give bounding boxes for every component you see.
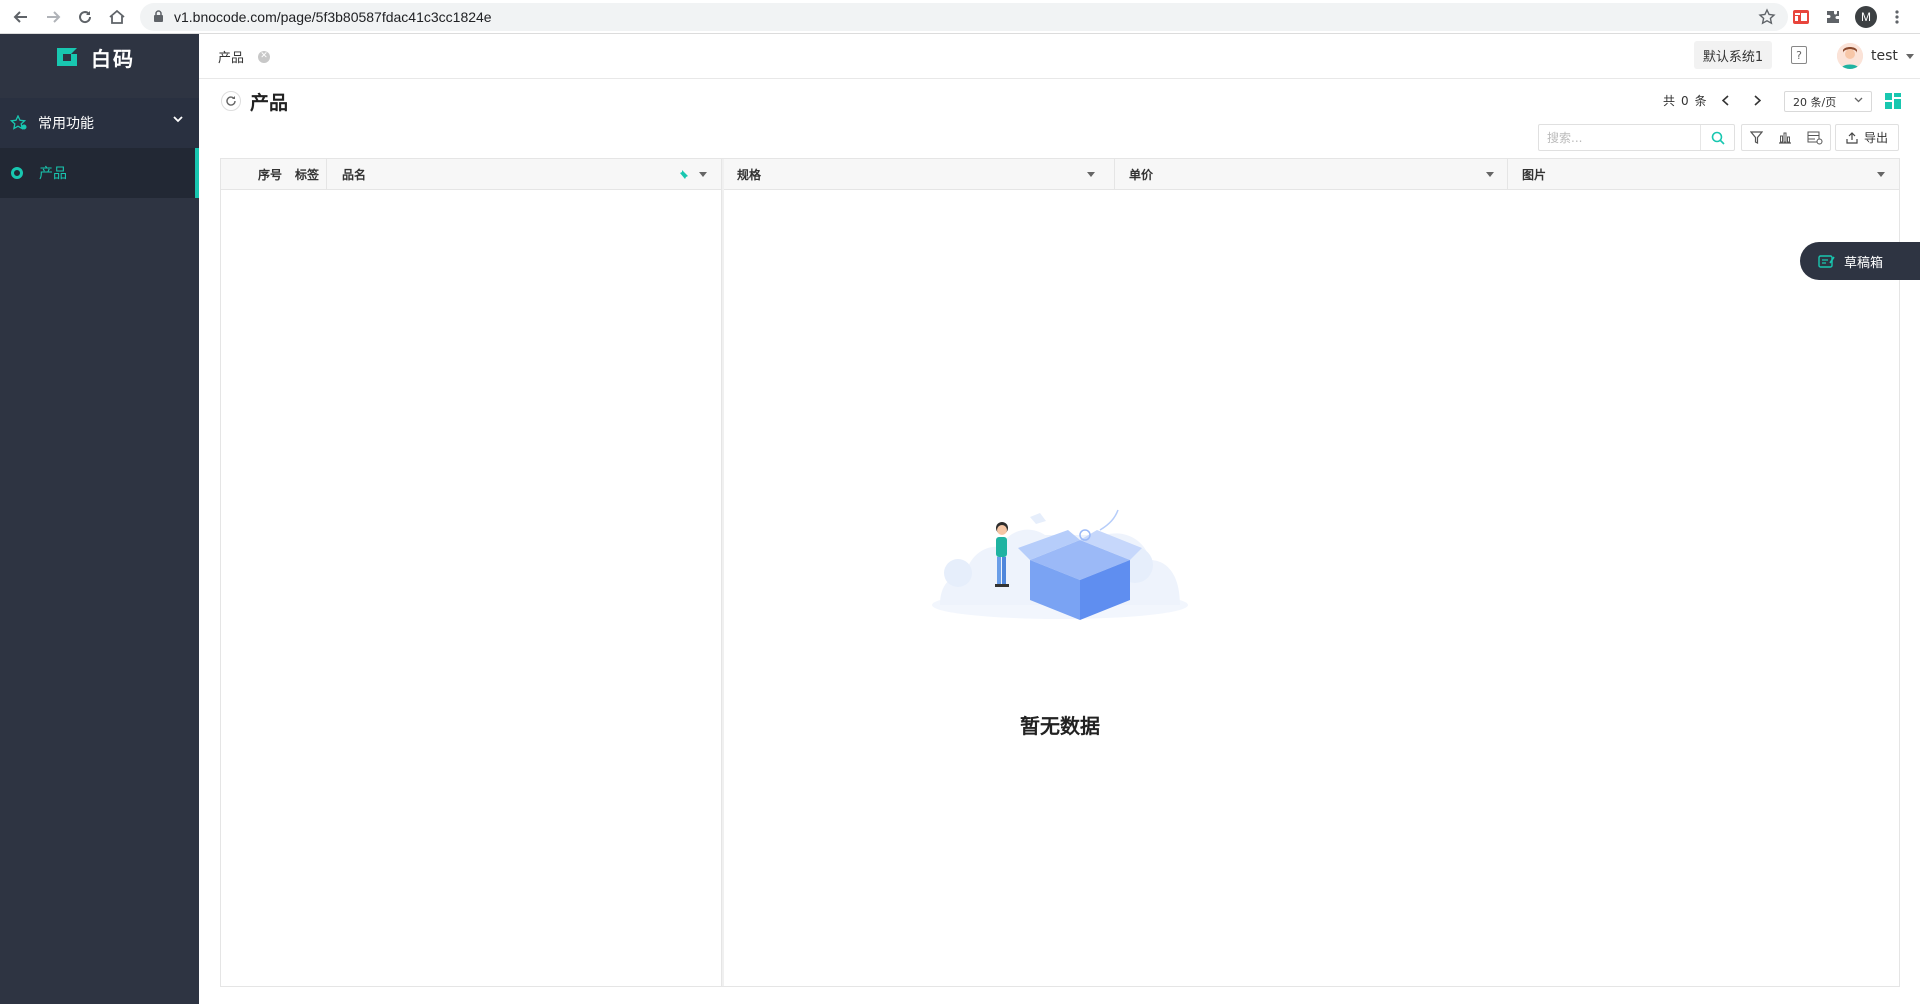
- draft-box-label: 草稿箱: [1844, 255, 1884, 271]
- table-settings-icon[interactable]: [1807, 131, 1823, 145]
- total-prefix: 共: [1663, 94, 1676, 108]
- chevron-left-icon: [1722, 95, 1729, 106]
- menu-group-common[interactable]: 常用功能: [0, 98, 199, 148]
- home-icon: [109, 9, 125, 24]
- profile-button[interactable]: M: [1855, 6, 1877, 28]
- browser-toolbar: v1.bnocode.com/page/5f3b80587fdac41c3cc1…: [0, 0, 1920, 34]
- table-header: 序号 标签 品名 规格 单价 图片: [221, 159, 1899, 190]
- caret-down-icon[interactable]: [1486, 172, 1494, 177]
- sidebar: 白码 常用功能 产品: [0, 34, 199, 1004]
- caret-down-icon: [1905, 53, 1914, 59]
- column-header-label: 图片: [1522, 168, 1547, 182]
- menu-group-label: 常用功能: [38, 116, 94, 132]
- bar-chart-icon[interactable]: [1778, 131, 1792, 144]
- column-header-index[interactable]: 序号: [258, 159, 282, 190]
- column-header-tag[interactable]: 标签: [295, 159, 319, 190]
- column-header-image[interactable]: 图片: [1508, 159, 1899, 190]
- pagination: 共 0 条: [1663, 92, 1771, 109]
- back-button[interactable]: [9, 5, 33, 29]
- chevron-down-icon: [1854, 97, 1863, 103]
- column-header-price[interactable]: 单价: [1115, 159, 1508, 190]
- filter-icon[interactable]: [1749, 131, 1763, 144]
- bookmark-star-icon[interactable]: [1758, 8, 1776, 26]
- search-icon: [1711, 131, 1725, 145]
- home-button[interactable]: [105, 5, 129, 29]
- reload-button[interactable]: [73, 5, 97, 29]
- total-count: 0: [1681, 93, 1689, 108]
- search-box: [1538, 124, 1735, 151]
- export-label: 导出: [1863, 131, 1888, 145]
- next-page-button[interactable]: [1745, 95, 1771, 106]
- upload-icon: [1846, 131, 1858, 144]
- column-header-label: 品名: [342, 168, 367, 182]
- caret-down-icon[interactable]: [1877, 172, 1885, 177]
- kebab-menu-icon: [1895, 10, 1899, 24]
- refresh-button[interactable]: [221, 91, 241, 111]
- circle-icon: [11, 167, 23, 179]
- draft-box-button[interactable]: 草稿箱: [1800, 242, 1920, 280]
- refresh-icon: [226, 96, 236, 106]
- star-menu-icon: [10, 115, 27, 130]
- app-logo[interactable]: 白码: [55, 44, 135, 71]
- chevron-right-icon: [1754, 95, 1762, 106]
- page-title: 产品: [250, 92, 289, 114]
- column-header-name[interactable]: 品名: [342, 159, 721, 190]
- total-suffix: 条: [1694, 94, 1707, 108]
- sidebar-item-product[interactable]: 产品: [0, 148, 199, 198]
- extension-translate-button[interactable]: [1790, 6, 1812, 28]
- layout-grid-icon[interactable]: [1885, 93, 1901, 109]
- sidebar-item-label: 产品: [39, 166, 67, 182]
- reload-icon: [79, 11, 92, 24]
- close-tab-icon[interactable]: ✕: [258, 50, 271, 63]
- user-avatar-icon: [1837, 43, 1863, 69]
- pin-icon[interactable]: [679, 169, 689, 179]
- chevron-down-icon: [173, 116, 183, 123]
- column-header-spec[interactable]: 规格: [727, 159, 1109, 190]
- column-divider: [326, 159, 327, 190]
- address-bar[interactable]: v1.bnocode.com/page/5f3b80587fdac41c3cc1…: [140, 3, 1788, 31]
- translate-extension-icon: [1793, 10, 1809, 24]
- search-button[interactable]: [1700, 125, 1734, 150]
- url-text: v1.bnocode.com/page/5f3b80587fdac41c3cc1…: [174, 9, 492, 25]
- extensions-button[interactable]: [1822, 6, 1844, 28]
- arrow-left-icon: [13, 11, 27, 23]
- help-icon[interactable]: ?: [1791, 46, 1807, 64]
- caret-down-icon[interactable]: [699, 172, 707, 177]
- logo-text: 白码: [91, 46, 135, 71]
- export-button[interactable]: 导出: [1835, 124, 1899, 151]
- table-tools: [1741, 124, 1831, 151]
- user-avatar: [1837, 43, 1863, 69]
- forward-button[interactable]: [41, 5, 65, 29]
- profile-avatar: M: [1855, 6, 1877, 28]
- tab-label: 产品: [218, 51, 245, 66]
- user-name: test: [1871, 48, 1898, 64]
- empty-state-text: 暂无数据: [1020, 714, 1100, 738]
- puzzle-icon: [1827, 11, 1839, 23]
- arrow-right-icon: [47, 11, 61, 23]
- draft-edit-icon: [1818, 254, 1835, 268]
- column-header-label: 单价: [1129, 168, 1154, 182]
- app-header: 产品 ✕ 默认系统1 ? test: [199, 34, 1920, 79]
- empty-box-illustration: [932, 509, 1188, 620]
- system-switch-button[interactable]: 默认系统1: [1694, 41, 1772, 69]
- bnocode-logo-icon: [57, 48, 77, 66]
- search-input[interactable]: [1539, 125, 1699, 150]
- column-header-label: 规格: [737, 168, 762, 182]
- page-size-select[interactable]: 20 条/页: [1784, 91, 1872, 112]
- lock-icon: [154, 10, 163, 22]
- tab-product[interactable]: 产品 ✕: [218, 47, 271, 66]
- frozen-column-divider: [721, 159, 724, 986]
- user-menu[interactable]: test: [1837, 43, 1914, 69]
- page-size-value: 20 条/页: [1793, 95, 1837, 109]
- browser-menu-button[interactable]: [1886, 6, 1908, 28]
- prev-page-button[interactable]: [1713, 95, 1739, 106]
- caret-down-icon[interactable]: [1087, 172, 1095, 177]
